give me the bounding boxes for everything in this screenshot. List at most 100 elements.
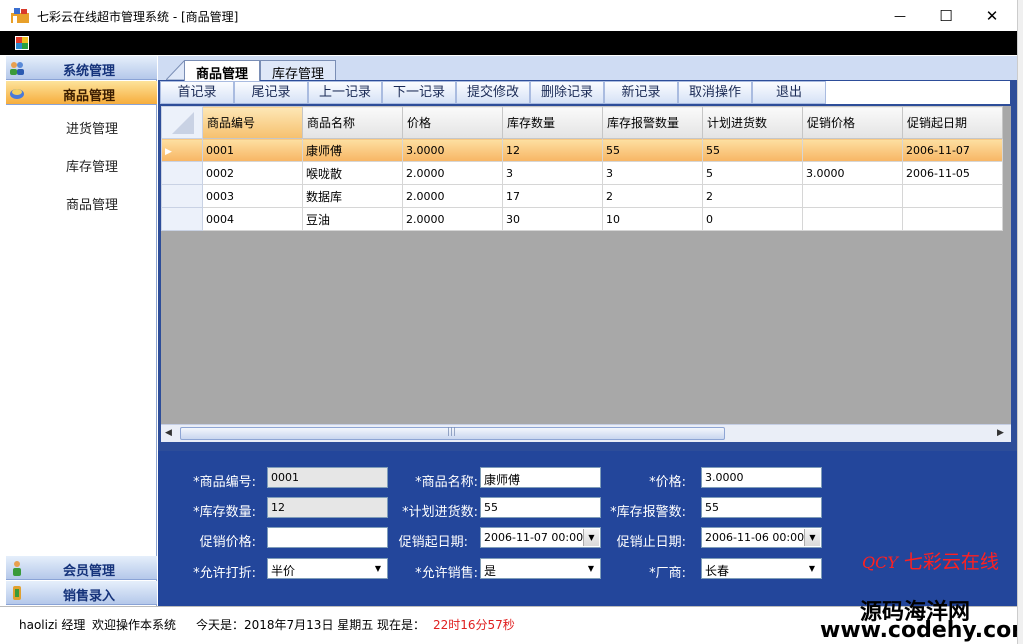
submit-changes-button[interactable]: 提交修改: [456, 81, 530, 104]
maximize-button[interactable]: ☐: [923, 0, 969, 31]
table-cell[interactable]: 3: [602, 161, 703, 185]
column-header[interactable]: 价格: [402, 106, 503, 139]
cancel-operation-button[interactable]: 取消操作: [678, 81, 752, 104]
table-cell[interactable]: 3.0000: [802, 161, 903, 185]
promo-start-picker[interactable]: 2006-11-07 00:00 ▼: [480, 527, 601, 548]
first-record-button[interactable]: 首记录: [160, 81, 234, 104]
column-header[interactable]: 库存报警数量: [602, 106, 703, 139]
table-cell[interactable]: 2: [602, 184, 703, 208]
goods-id-field[interactable]: 0001: [267, 467, 388, 488]
scroll-right-icon[interactable]: ▶: [997, 428, 1004, 438]
status-welcome: 欢迎操作本系统: [92, 618, 177, 632]
sidebar-item-purchase[interactable]: 进货管理: [66, 118, 118, 137]
table-cell[interactable]: 55: [602, 138, 703, 162]
table-cell[interactable]: [902, 207, 1003, 231]
table-cell[interactable]: 数据库: [302, 184, 403, 208]
table-row[interactable]: 0003 数据库 2.0000 17 2 2: [161, 184, 1003, 208]
plan-field[interactable]: 55: [480, 497, 601, 518]
table-cell[interactable]: 3.0000: [402, 138, 503, 162]
allow-sale-select[interactable]: 是 ▼: [480, 558, 601, 579]
row-selector[interactable]: ▶: [161, 138, 203, 162]
table-row[interactable]: 0004 豆油 2.0000 30 10 0: [161, 207, 1003, 231]
table-row[interactable]: 0002 喉咙散 2.0000 3 3 5 3.0000 2006-11-05: [161, 161, 1003, 185]
new-record-button[interactable]: 新记录: [604, 81, 678, 104]
table-cell[interactable]: 17: [502, 184, 603, 208]
next-record-button[interactable]: 下一记录: [382, 81, 456, 104]
last-record-button[interactable]: 尾记录: [234, 81, 308, 104]
tab-inventory-management[interactable]: 库存管理: [260, 60, 336, 82]
table-cell[interactable]: 3: [502, 161, 603, 185]
delete-record-button[interactable]: 删除记录: [530, 81, 604, 104]
table-cell[interactable]: 0001: [202, 138, 303, 162]
title-bar: 七彩云在线超市管理系统 - [商品管理] — ☐ ✕: [0, 0, 1017, 31]
column-header[interactable]: 商品名称: [302, 106, 403, 139]
table-cell[interactable]: 2006-11-07: [902, 138, 1003, 162]
chevron-down-icon[interactable]: ▼: [804, 529, 820, 546]
sidebar-group-system[interactable]: 系统管理: [6, 56, 157, 80]
discount-select[interactable]: 半价 ▼: [267, 558, 388, 579]
table-cell[interactable]: 康师傅: [302, 138, 403, 162]
vendor-select[interactable]: 长春 ▼: [701, 558, 822, 579]
exit-button[interactable]: 退出: [752, 81, 826, 104]
row-selector[interactable]: [161, 161, 203, 185]
table-cell[interactable]: 0002: [202, 161, 303, 185]
promo-end-picker[interactable]: 2006-11-06 00:00 ▼: [701, 527, 822, 548]
table-cell[interactable]: [802, 207, 903, 231]
column-header[interactable]: 商品编号: [202, 106, 303, 139]
table-cell[interactable]: 喉咙散: [302, 161, 403, 185]
table-cell[interactable]: 2: [702, 184, 803, 208]
column-header[interactable]: 计划进货数: [702, 106, 803, 139]
table-cell[interactable]: [902, 184, 1003, 208]
column-header[interactable]: 促销起日期: [902, 106, 1003, 139]
tab-strip: 商品管理 库存管理: [158, 56, 1017, 82]
table-cell[interactable]: 0: [702, 207, 803, 231]
sidebar-group-member[interactable]: 会员管理: [6, 556, 157, 580]
table-cell[interactable]: 0003: [202, 184, 303, 208]
chevron-down-icon[interactable]: ▼: [804, 560, 820, 577]
stock-field[interactable]: 12: [267, 497, 388, 518]
table-cell[interactable]: 2.0000: [402, 207, 503, 231]
sidebar-group-goods[interactable]: 商品管理: [6, 81, 157, 105]
goods-table: 商品编号 商品名称 价格 库存数量 库存报警数量 计划进货数 促销价格 促销起日…: [161, 106, 1003, 231]
detail-form: *商品编号: 0001 *商品名称: 康师傅 *价格: 3.0000 *库存数量…: [158, 451, 1017, 606]
column-header[interactable]: 促销价格: [802, 106, 903, 139]
table-cell[interactable]: [802, 184, 903, 208]
table-cell[interactable]: 12: [502, 138, 603, 162]
table-cell[interactable]: 5: [702, 161, 803, 185]
price-field[interactable]: 3.0000: [701, 467, 822, 488]
table-cell[interactable]: 0004: [202, 207, 303, 231]
scroll-left-icon[interactable]: ◀: [165, 428, 172, 438]
close-button[interactable]: ✕: [969, 0, 1015, 31]
table-cell[interactable]: 10: [602, 207, 703, 231]
row-selector[interactable]: [161, 184, 203, 208]
window-title: 七彩云在线超市管理系统 - [商品管理]: [37, 10, 239, 24]
table-cell[interactable]: 55: [702, 138, 803, 162]
table-cell[interactable]: 2006-11-05: [902, 161, 1003, 185]
tab-goods-management[interactable]: 商品管理: [184, 60, 260, 82]
window-right-edge: [1017, 0, 1023, 644]
table-row[interactable]: ▶ 0001 康师傅 3.0000 12 55 55 2006-11-07: [161, 138, 1003, 162]
sidebar-group-label: 销售录入: [63, 589, 116, 604]
row-selector[interactable]: [161, 207, 203, 231]
table-cell[interactable]: 豆油: [302, 207, 403, 231]
sidebar-group-sales[interactable]: 销售录入: [6, 581, 157, 605]
sidebar-item-inventory[interactable]: 库存管理: [66, 156, 118, 175]
sidebar-item-goods[interactable]: 商品管理: [66, 194, 118, 213]
scrollbar-thumb[interactable]: |||: [180, 427, 725, 440]
menu-control-icon[interactable]: [15, 36, 29, 50]
status-user: haolizi 经理: [19, 618, 86, 632]
watermark-url: www.codehy.com: [820, 618, 1023, 643]
table-cell[interactable]: 2.0000: [402, 184, 503, 208]
horizontal-scrollbar[interactable]: ◀ ||| ▶: [161, 424, 1011, 442]
table-cell[interactable]: 30: [502, 207, 603, 231]
minimize-button[interactable]: —: [877, 0, 923, 31]
alarm-field[interactable]: 55: [701, 497, 822, 518]
goods-name-field[interactable]: 康师傅: [480, 467, 601, 488]
column-header[interactable]: 库存数量: [502, 106, 603, 139]
table-cell[interactable]: 2.0000: [402, 161, 503, 185]
grid-corner[interactable]: [161, 106, 203, 139]
prev-record-button[interactable]: 上一记录: [308, 81, 382, 104]
maximize-icon: ☐: [939, 6, 953, 25]
table-cell[interactable]: [802, 138, 903, 162]
alarm-label: *库存报警数:: [610, 505, 686, 520]
